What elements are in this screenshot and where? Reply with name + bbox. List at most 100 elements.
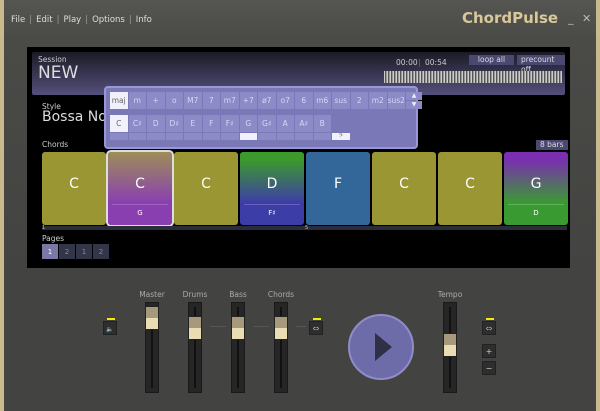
chord-type-3[interactable]: o xyxy=(165,92,183,109)
chord-block[interactable]: C xyxy=(438,152,502,225)
chord-type-12[interactable]: sus xyxy=(332,92,350,109)
root-note-6[interactable]: F♯ xyxy=(221,115,239,132)
menu-play[interactable]: Play xyxy=(63,15,81,25)
root-note-7[interactable]: G xyxy=(239,115,257,132)
chord-name: C xyxy=(465,176,475,192)
chord-type-0[interactable]: maj xyxy=(110,92,128,109)
chord-strip: C C G C D F♯ F C C G D xyxy=(42,150,568,227)
chord-type-1[interactable]: m xyxy=(128,92,146,109)
spin-up-button[interactable]: ▲ xyxy=(406,92,422,100)
bass-fader-knob[interactable] xyxy=(231,316,245,341)
chord-type-2[interactable]: + xyxy=(147,92,165,109)
root-note-8[interactable]: G♯ xyxy=(258,115,276,132)
chord-type-7[interactable]: +7 xyxy=(239,92,257,109)
master-fader[interactable] xyxy=(145,302,159,393)
type-spinner[interactable]: ▲ ▼ xyxy=(406,92,422,109)
bass-note-0[interactable] xyxy=(110,133,128,140)
tempo-knob[interactable] xyxy=(443,333,457,358)
chord-block[interactable]: GD xyxy=(504,152,568,225)
menu-file[interactable]: File xyxy=(11,15,25,25)
bar-ruler[interactable]: 1 5 xyxy=(42,225,567,231)
chord-bass: F♯ xyxy=(244,204,300,217)
root-note-2[interactable]: D xyxy=(147,115,165,132)
bass-note-2[interactable] xyxy=(147,133,165,140)
chord-type-4[interactable]: M7 xyxy=(184,92,202,109)
bass-note-8[interactable] xyxy=(258,133,276,140)
master-fader-knob[interactable] xyxy=(145,306,159,331)
chord-name: D xyxy=(266,176,278,192)
bass-note-11[interactable] xyxy=(313,133,331,140)
drums-fader[interactable] xyxy=(188,302,202,393)
link-icon: ⇔ xyxy=(312,324,320,333)
chord-name: F xyxy=(333,176,343,192)
root-note-0[interactable]: C xyxy=(110,115,128,132)
page-button-1[interactable]: 2 xyxy=(59,244,75,259)
bass-note-7[interactable] xyxy=(239,133,257,140)
bass-note-1[interactable] xyxy=(128,133,146,140)
minimize-button[interactable]: _ xyxy=(568,12,574,25)
chord-block[interactable]: C xyxy=(174,152,238,225)
chord-name: C xyxy=(399,176,409,192)
chord-type-11[interactable]: m6 xyxy=(313,92,331,109)
tempo-plus-button[interactable]: + xyxy=(482,344,496,358)
bass-note-9[interactable] xyxy=(276,133,294,140)
chords-fader[interactable] xyxy=(274,302,288,393)
chord-type-13[interactable]: 2 xyxy=(350,92,368,109)
root-note-11[interactable]: B xyxy=(313,115,331,132)
time-elapsed: 00:00 xyxy=(396,58,418,67)
chord-block[interactable]: D F♯ xyxy=(240,152,304,225)
chord-block[interactable]: C xyxy=(372,152,436,225)
chord-bass: G xyxy=(112,204,168,217)
chord-block[interactable]: CG xyxy=(106,150,174,227)
menu-info[interactable]: Info xyxy=(136,15,152,25)
tempo-label: Tempo xyxy=(437,290,463,299)
root-note-5[interactable]: F xyxy=(202,115,220,132)
chord-picker-popup: maj m + o M7 7 m7 +7 ø7 o7 6 m6 sus 2 m2 sus2 ▲ ▼ C C♯ D D♯ E… xyxy=(104,86,422,149)
chord-type-9[interactable]: o7 xyxy=(276,92,294,109)
chord-type-10[interactable]: 6 xyxy=(295,92,313,109)
root-note-4[interactable]: E xyxy=(184,115,202,132)
loop-button[interactable]: loop all xyxy=(469,55,514,65)
page-button-0[interactable]: 1 xyxy=(42,244,58,259)
chord-name: C xyxy=(135,176,145,192)
bass-note-6[interactable] xyxy=(221,133,239,140)
tempo-slider[interactable] xyxy=(443,302,457,393)
precount-button[interactable]: precount off xyxy=(517,55,565,74)
session-name[interactable]: NEW xyxy=(38,63,78,83)
chord-type-8[interactable]: ø7 xyxy=(258,92,276,109)
root-note-1[interactable]: C♯ xyxy=(128,115,146,132)
bass-note-3[interactable] xyxy=(165,133,183,140)
chord-type-14[interactable]: m2 xyxy=(369,92,387,109)
chord-block[interactable]: C xyxy=(42,152,106,225)
root-note-10[interactable]: A♯ xyxy=(295,115,313,132)
fader-label-chords: Chords xyxy=(267,290,295,299)
chord-type-6[interactable]: m7 xyxy=(221,92,239,109)
bass-note-10[interactable] xyxy=(295,133,313,140)
tempo-minus-button[interactable]: − xyxy=(482,361,496,375)
fader-label-bass: Bass xyxy=(229,290,247,299)
bars-count[interactable]: 8 bars xyxy=(536,140,568,150)
chord-name: C xyxy=(69,176,79,192)
page-button-2[interactable]: 1 xyxy=(76,244,92,259)
tap-tempo-button[interactable]: ⇔ xyxy=(482,318,496,335)
chord-block[interactable]: F xyxy=(306,152,370,225)
mute-button[interactable]: 🔈 xyxy=(103,318,117,335)
root-note-3[interactable]: D♯ xyxy=(165,115,183,132)
menu-options[interactable]: Options xyxy=(92,15,125,25)
chord-type-5[interactable]: 7 xyxy=(202,92,220,109)
drums-fader-knob[interactable] xyxy=(188,316,202,341)
menu-edit[interactable]: Edit xyxy=(36,15,52,25)
play-button[interactable] xyxy=(348,314,414,380)
chords-fader-knob[interactable] xyxy=(274,316,288,341)
close-button[interactable]: ✕ xyxy=(582,12,591,25)
bass-note-4[interactable] xyxy=(184,133,202,140)
bass-note-5[interactable] xyxy=(202,133,220,140)
root-note-9[interactable]: A xyxy=(276,115,294,132)
bass-fader[interactable] xyxy=(231,302,245,393)
page-button-3[interactable]: 2 xyxy=(93,244,109,259)
bass-clef-icon[interactable]: 𝄢 xyxy=(332,133,350,140)
chord-name: G xyxy=(530,176,542,192)
spin-down-button[interactable]: ▼ xyxy=(406,101,422,109)
mixer-link-button[interactable]: ⇔ xyxy=(309,318,323,335)
chord-type-15[interactable]: sus2 xyxy=(387,92,405,109)
